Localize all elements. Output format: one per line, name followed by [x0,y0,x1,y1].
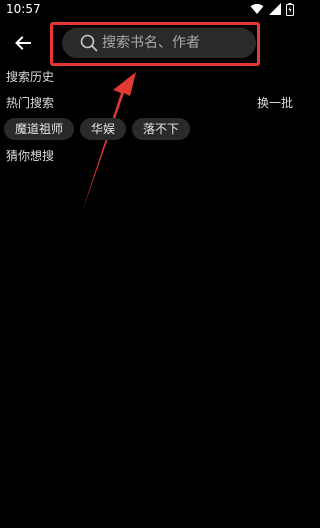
hot-tag-3[interactable]: 落不下 [132,118,191,140]
search-input[interactable] [102,28,252,58]
hot-tag-2[interactable]: 华娱 [80,118,127,140]
status-bar: 10:57 [0,0,300,18]
wifi-icon [250,3,264,15]
search-icon [80,34,98,52]
hot-tags: 魔道祖师 华娱 落不下 [4,118,191,140]
guess-search-title: 猜你想搜 [6,149,55,163]
back-button[interactable] [12,32,34,54]
hot-tag-1[interactable]: 魔道祖师 [4,118,75,140]
battery-icon [286,2,294,16]
status-time: 10:57 [6,2,41,16]
search-history-title: 搜索历史 [6,70,55,84]
status-icons [250,2,294,16]
search-box[interactable] [62,28,256,58]
hot-search-title: 热门搜索 [6,96,55,110]
back-arrow-icon [15,36,31,50]
signal-icon [269,3,281,15]
refresh-button[interactable]: 换一批 [257,95,293,111]
